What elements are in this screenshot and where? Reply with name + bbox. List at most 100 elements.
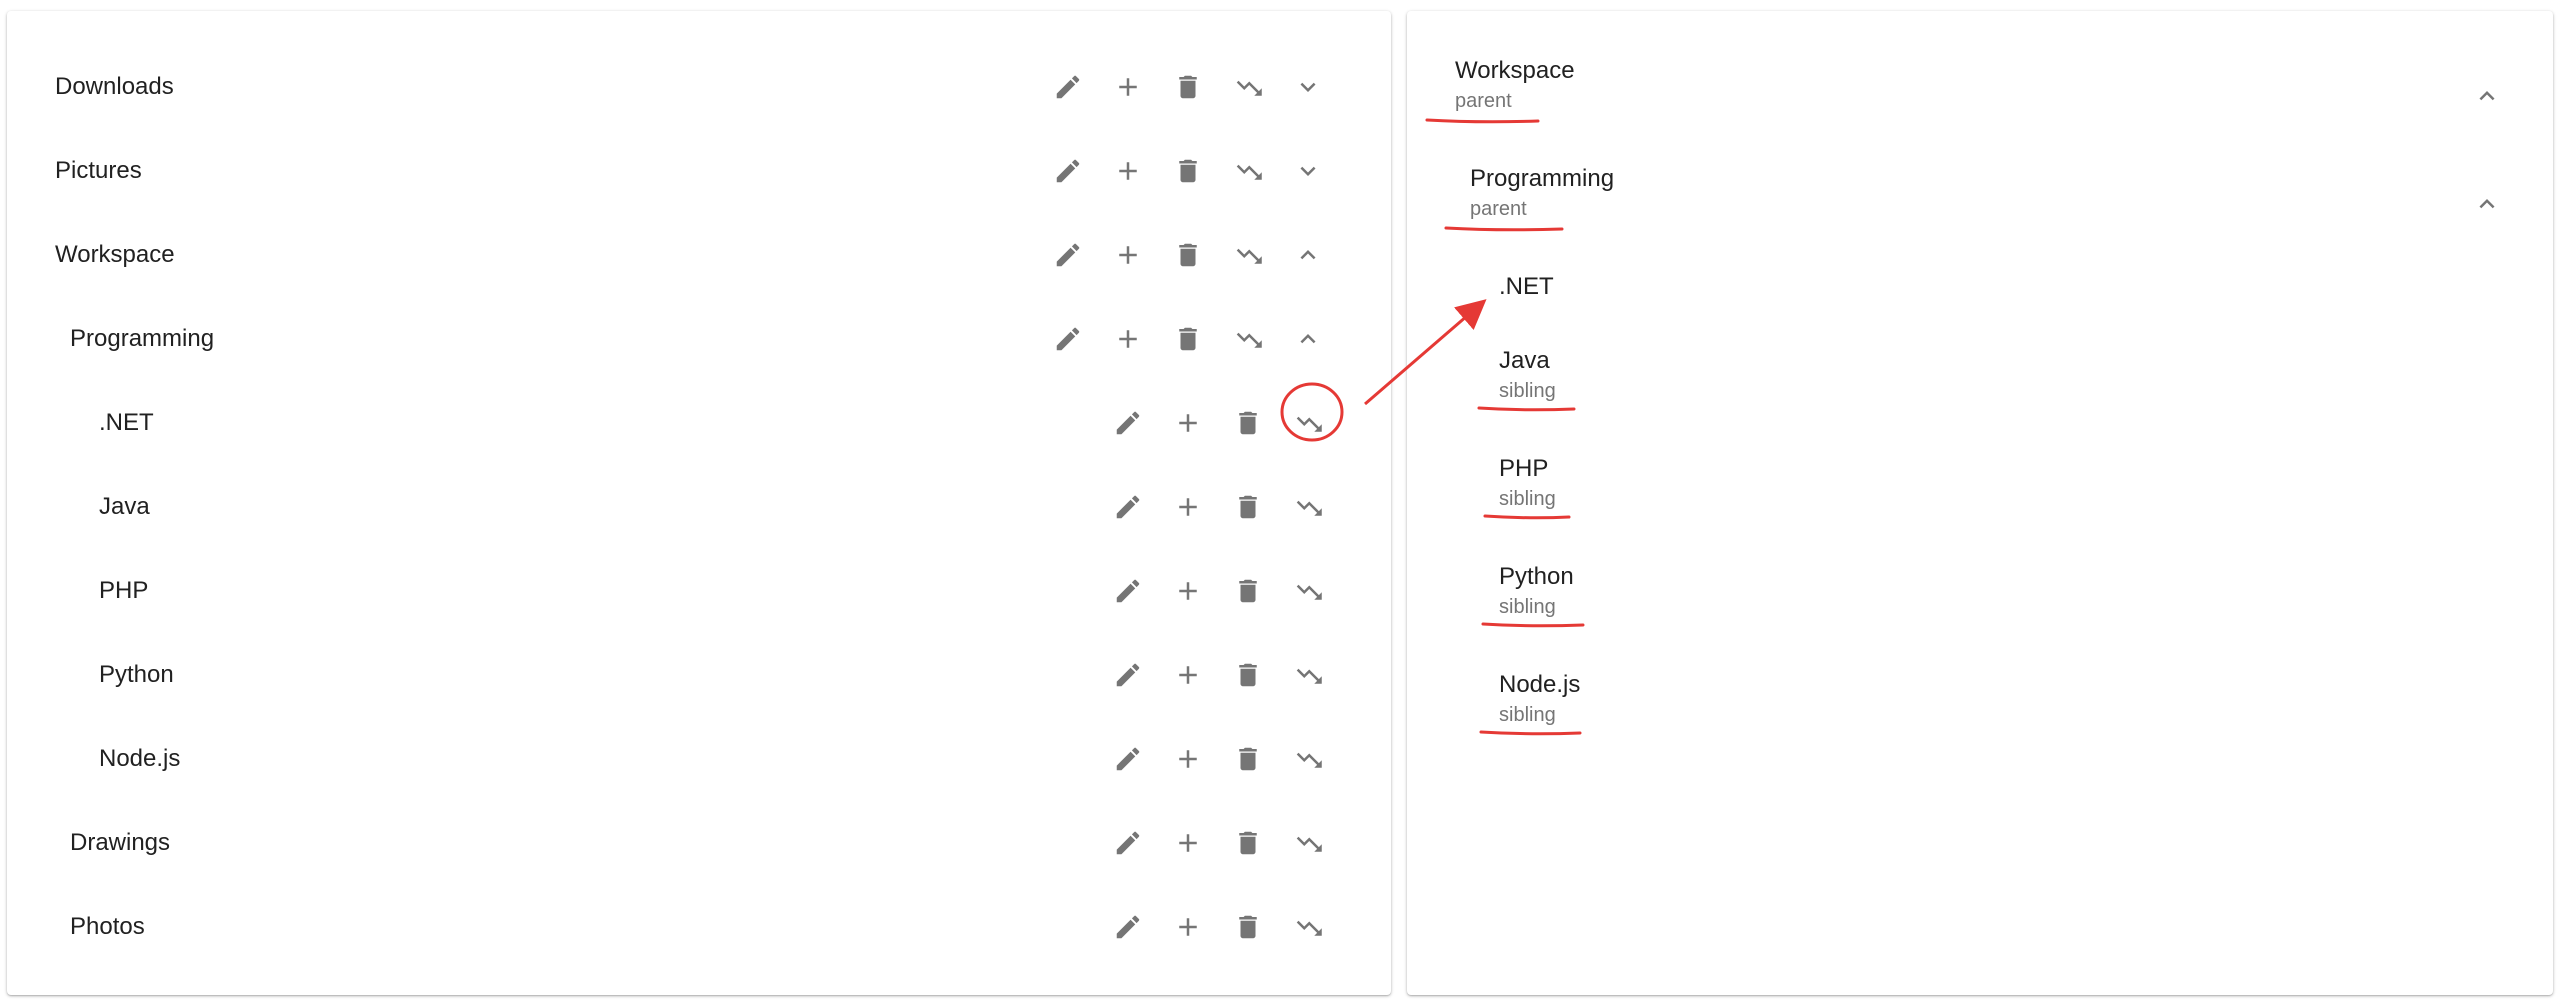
tree-row-python[interactable]: Python bbox=[7, 633, 1391, 717]
tree-item-label: Programming bbox=[70, 325, 215, 352]
trash-icon bbox=[1239, 495, 1257, 519]
target-item-dotnet[interactable]: .NET bbox=[1499, 273, 1554, 301]
move-icon bbox=[1296, 920, 1322, 936]
plus-icon bbox=[1179, 918, 1197, 936]
target-item-subtitle: sibling bbox=[1499, 596, 1556, 618]
chevron-up-icon bbox=[2479, 91, 2495, 101]
move-button[interactable] bbox=[1287, 738, 1329, 780]
add-button[interactable] bbox=[1107, 234, 1149, 276]
add-button[interactable] bbox=[1167, 402, 1209, 444]
expand-button[interactable] bbox=[1287, 66, 1329, 108]
move-button[interactable] bbox=[1227, 66, 1269, 108]
chevron-up-icon bbox=[2479, 199, 2495, 209]
tree-row-workspace[interactable]: Workspace bbox=[7, 213, 1391, 297]
plus-icon bbox=[1179, 666, 1197, 684]
move-button[interactable] bbox=[1287, 402, 1329, 444]
target-item-java[interactable]: Java sibling bbox=[1499, 347, 1556, 403]
delete-button[interactable] bbox=[1227, 738, 1269, 780]
move-button[interactable] bbox=[1287, 906, 1329, 948]
target-item-php[interactable]: PHP sibling bbox=[1499, 455, 1556, 511]
trash-icon bbox=[1179, 75, 1197, 99]
expand-button[interactable] bbox=[1287, 150, 1329, 192]
edit-button[interactable] bbox=[1107, 738, 1149, 780]
trash-icon bbox=[1239, 747, 1257, 771]
plus-icon bbox=[1119, 330, 1137, 348]
collapse-button[interactable] bbox=[2466, 75, 2508, 117]
tree-row-java[interactable]: Java bbox=[7, 465, 1391, 549]
delete-button[interactable] bbox=[1227, 654, 1269, 696]
trash-icon bbox=[1239, 831, 1257, 855]
move-button[interactable] bbox=[1287, 654, 1329, 696]
edit-button[interactable] bbox=[1107, 906, 1149, 948]
trash-icon bbox=[1179, 327, 1197, 351]
target-item-subtitle: sibling bbox=[1499, 704, 1556, 726]
tree-row-dotnet[interactable]: .NET bbox=[7, 381, 1391, 465]
delete-button[interactable] bbox=[1227, 402, 1269, 444]
tree-item-label: Pictures bbox=[55, 157, 142, 184]
delete-button[interactable] bbox=[1167, 66, 1209, 108]
plus-icon bbox=[1179, 414, 1197, 432]
trash-icon bbox=[1239, 663, 1257, 687]
tree-item-label: Downloads bbox=[55, 73, 174, 100]
delete-button[interactable] bbox=[1227, 570, 1269, 612]
delete-button[interactable] bbox=[1227, 906, 1269, 948]
collapse-button[interactable] bbox=[1287, 234, 1329, 276]
move-icon bbox=[1296, 668, 1322, 684]
chevron-up-icon bbox=[1300, 250, 1316, 260]
add-button[interactable] bbox=[1167, 906, 1209, 948]
edit-button[interactable] bbox=[1107, 570, 1149, 612]
tree-item-label: Photos bbox=[70, 913, 145, 940]
pencil-icon bbox=[1116, 747, 1140, 771]
add-button[interactable] bbox=[1107, 66, 1149, 108]
trash-icon bbox=[1239, 915, 1257, 939]
trash-icon bbox=[1179, 243, 1197, 267]
edit-button[interactable] bbox=[1047, 318, 1089, 360]
add-button[interactable] bbox=[1167, 654, 1209, 696]
target-item-title: Workspace bbox=[1455, 57, 1575, 84]
tree-row-nodejs[interactable]: Node.js bbox=[7, 717, 1391, 801]
add-button[interactable] bbox=[1107, 150, 1149, 192]
add-button[interactable] bbox=[1167, 738, 1209, 780]
tree-item-label: PHP bbox=[99, 577, 149, 604]
collapse-button[interactable] bbox=[1287, 318, 1329, 360]
move-icon bbox=[1296, 752, 1322, 768]
delete-button[interactable] bbox=[1167, 150, 1209, 192]
target-item-workspace[interactable]: Workspace parent bbox=[1455, 57, 1575, 113]
tree-row-pictures[interactable]: Pictures bbox=[7, 129, 1391, 213]
plus-icon bbox=[1179, 750, 1197, 768]
add-button[interactable] bbox=[1107, 318, 1149, 360]
edit-button[interactable] bbox=[1107, 654, 1149, 696]
pencil-icon bbox=[1116, 579, 1140, 603]
plus-icon bbox=[1119, 246, 1137, 264]
target-item-nodejs[interactable]: Node.js sibling bbox=[1499, 671, 1580, 727]
move-button[interactable] bbox=[1287, 570, 1329, 612]
move-button[interactable] bbox=[1287, 822, 1329, 864]
delete-button[interactable] bbox=[1227, 486, 1269, 528]
target-item-programming[interactable]: Programming parent bbox=[1470, 165, 1614, 221]
edit-button[interactable] bbox=[1107, 822, 1149, 864]
edit-button[interactable] bbox=[1047, 66, 1089, 108]
tree-row-photos[interactable]: Photos bbox=[7, 885, 1391, 969]
move-button[interactable] bbox=[1227, 234, 1269, 276]
move-button[interactable] bbox=[1287, 486, 1329, 528]
target-item-python[interactable]: Python sibling bbox=[1499, 563, 1574, 619]
tree-row-php[interactable]: PHP bbox=[7, 549, 1391, 633]
add-button[interactable] bbox=[1167, 486, 1209, 528]
edit-button[interactable] bbox=[1047, 150, 1089, 192]
add-button[interactable] bbox=[1167, 822, 1209, 864]
tree-row-programming[interactable]: Programming bbox=[7, 297, 1391, 381]
delete-button[interactable] bbox=[1167, 318, 1209, 360]
collapse-button[interactable] bbox=[2466, 183, 2508, 225]
tree-row-drawings[interactable]: Drawings bbox=[7, 801, 1391, 885]
edit-button[interactable] bbox=[1107, 402, 1149, 444]
edit-button[interactable] bbox=[1107, 486, 1149, 528]
move-button[interactable] bbox=[1227, 318, 1269, 360]
delete-button[interactable] bbox=[1167, 234, 1209, 276]
tree-row-downloads[interactable]: Downloads bbox=[7, 45, 1391, 129]
pencil-icon bbox=[1116, 663, 1140, 687]
move-button[interactable] bbox=[1227, 150, 1269, 192]
add-button[interactable] bbox=[1167, 570, 1209, 612]
edit-button[interactable] bbox=[1047, 234, 1089, 276]
delete-button[interactable] bbox=[1227, 822, 1269, 864]
plus-icon bbox=[1179, 582, 1197, 600]
